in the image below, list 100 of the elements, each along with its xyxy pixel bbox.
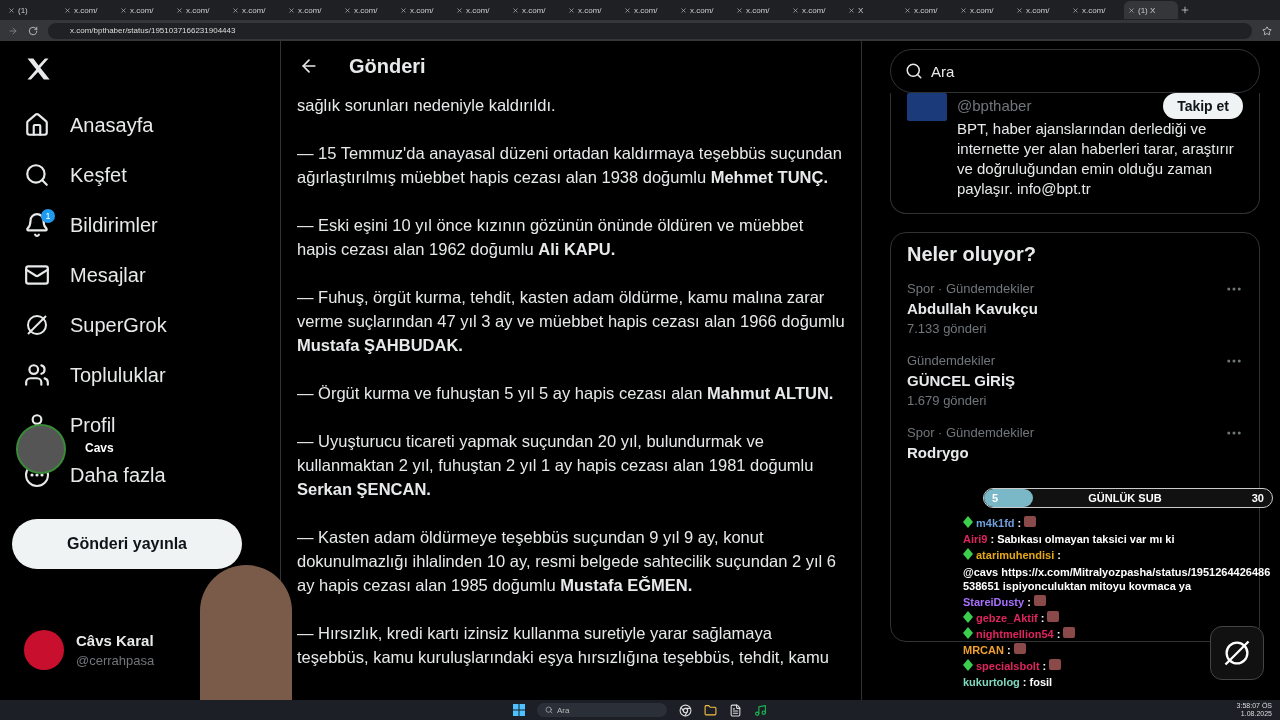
nav-item[interactable]: SuperGrok (12, 307, 268, 343)
sub-current: 5 (992, 492, 999, 504)
account-name: Câvs Karal (76, 631, 155, 651)
emote-icon (1033, 595, 1046, 606)
search-icon (905, 62, 923, 80)
emote-icon (1049, 659, 1062, 670)
profile-bio: BPT, haber ajanslarından derlediği ve internette yer alan haberleri tarar, araştırır ve doğruluğundan emin olduğu zaman paylaşır. info@bpt.tr (957, 119, 1235, 199)
sub-goal-label: GÜNLÜK SUB (1088, 492, 1162, 504)
grok-button[interactable] (1210, 626, 1264, 680)
emote-icon (1063, 627, 1076, 638)
taskbar-search[interactable]: Ara (537, 703, 667, 717)
people-icon (24, 362, 50, 388)
chat-colon: : (1022, 675, 1027, 689)
nav-item[interactable]: Topluluklar (12, 357, 268, 393)
chat-colon: : (1017, 516, 1022, 530)
file-icon[interactable] (729, 703, 742, 717)
browser-tab[interactable]: x.com/ (788, 1, 842, 19)
chat-username: atarimuhendisi (976, 548, 1055, 562)
browser-tab[interactable]: x.com/ (228, 1, 282, 19)
trends-title: Neler oluyor? (907, 243, 1037, 266)
trend-category: Spor · Gündemdekiler (907, 424, 1035, 442)
folder-icon[interactable] (704, 703, 717, 717)
bell-icon (24, 212, 50, 238)
emote-icon (1024, 516, 1037, 527)
browser-tab[interactable]: X (844, 1, 898, 19)
home-icon (24, 112, 50, 138)
trend-category: Gündemdekiler (907, 352, 997, 370)
browser-tab[interactable]: (1) X (1124, 1, 1178, 19)
chat-message: Sabıkası olmayan taksici var mı ki (997, 532, 1175, 546)
forward-icon[interactable] (8, 25, 18, 36)
browser-tab[interactable]: x.com/ (676, 1, 730, 19)
post-paragraph: — Fuhuş, örgüt kurma, tehdit, kasten adam öldürme, kamu malına zarar verme suçlarından 47 yıl 3 ay ve müebbet hapis cezası alan 1966 doğumlu Mustafa ŞAHBUDAK. (297, 287, 845, 356)
browser-tab[interactable]: x.com/ (564, 1, 618, 19)
windows-logo-icon[interactable] (513, 704, 525, 716)
post-paragraph: — Kasten adam öldürmeye teşebbüs suçundan 9 yıl 9 ay, konut dokunulmazlığı ihlalinden 10 ay, resmi belgede sahtecilik suçundan 2 yıl 6 ay hapis cezası alan 1985 doğumlu Mustafa EĞMEN. (297, 527, 837, 596)
browser-tab[interactable]: x.com/ (900, 1, 954, 19)
profile-logo (907, 93, 947, 121)
slash-circle-icon (24, 312, 50, 338)
chat-username: m4k1fd (976, 516, 1015, 530)
account-handle: @cerrahpasa (76, 652, 155, 670)
browser-icon[interactable] (679, 703, 692, 717)
browser-tab[interactable]: x.com/ (1068, 1, 1122, 19)
trend-count: 7.133 gönderi (907, 320, 988, 338)
nav-item[interactable]: Keşfet (12, 157, 268, 193)
profile-handle: @bpthaber (957, 97, 1032, 115)
chat-colon: : (1056, 627, 1061, 641)
music-icon[interactable] (754, 703, 767, 717)
chat-colon: : (1027, 595, 1031, 609)
reload-icon[interactable] (28, 25, 38, 36)
post-paragraph: sağlık sorunları nedeniyle kaldırıldı. (297, 95, 557, 116)
chat-colon: : (1006, 643, 1011, 657)
post-paragraph: — Uyuşturucu ticareti yapmak suçundan 20 yıl, bulundurmak ve kullanmaktan 2 yıl, fuhuştan 2 yıl 1 ay hapis cezası alan 1981 doğumlu Serkan ŞENCAN. (297, 431, 815, 500)
chat-username: nightmellion54 (976, 627, 1054, 641)
follow-button[interactable]: Takip et (1163, 93, 1243, 119)
mail-icon (24, 262, 50, 288)
notification-badge: 1 (41, 209, 55, 223)
chat-message: @cavs https://x.com/Mitralyozpasha/status/1951264426486538651 ispiyonculuktan mitoyu kovmaca ya (963, 565, 1272, 593)
post-paragraph: — Hırsızlık, kredi kartı izinsiz kullanma suretiyle yarar sağlamaya teşebbüs, kamu kuruluşlarındaki eşya hırsızlığına teşebbüs, tehdit, kamu (297, 623, 830, 668)
browser-tab[interactable]: x.com/ (60, 1, 114, 19)
account-avatar[interactable] (24, 630, 64, 670)
browser-tab[interactable]: x.com/ (452, 1, 506, 19)
trend-name[interactable]: GÜNCEL GİRİŞ (907, 370, 1016, 392)
emote-icon (1013, 643, 1026, 654)
post-button[interactable]: Gönderi yayınla (12, 519, 242, 569)
slash-circle-icon (1222, 638, 1252, 668)
browser-tab[interactable]: x.com/ (956, 1, 1010, 19)
star-icon[interactable] (1262, 25, 1272, 36)
nav-item[interactable]: 1 Bildirimler (12, 207, 268, 243)
nav-item[interactable]: Anasayfa (12, 107, 268, 143)
webcam-avatar (16, 424, 66, 474)
chat-username: Airi9 (963, 532, 988, 546)
chat-message: fosil (1029, 675, 1053, 689)
chat-username: StareiDusty (963, 595, 1025, 609)
browser-tab[interactable]: x.com/ (508, 1, 562, 19)
trend-name[interactable]: Abdullah Kavukçu (907, 298, 1038, 320)
chat-username: specialsbolt (976, 659, 1040, 673)
nav-item[interactable]: Mesajlar (12, 257, 268, 293)
browser-tab[interactable]: x.com/ (620, 1, 674, 19)
browser-tab[interactable]: x.com/ (1012, 1, 1066, 19)
search-icon (545, 706, 553, 714)
search-icon (24, 162, 50, 188)
trend-name[interactable]: Rodrygo (907, 442, 1035, 464)
chat-colon: : (990, 532, 995, 546)
browser-tab[interactable]: x.com/ (284, 1, 338, 19)
chat-colon: : (1057, 548, 1061, 562)
browser-tab[interactable]: x.com/ (396, 1, 450, 19)
post-paragraph: — Örgüt kurma ve fuhuştan 5 yıl 5 ay hapis cezası alan Mahmut ALTUN. (297, 383, 835, 404)
trend-count: 1.679 gönderi (907, 392, 988, 410)
browser-tab[interactable]: x.com/ (172, 1, 226, 19)
browser-tab[interactable]: x.com/ (340, 1, 394, 19)
post-paragraph: — Eski eşini 10 yıl önce kızının gözünün önünde öldüren ve müebbet hapis cezası alan 1962 doğumlu Ali KAPU. (297, 215, 805, 260)
webcam-label: Cavs (85, 441, 114, 455)
chat-colon: : (1040, 611, 1045, 625)
emote-icon (1047, 611, 1060, 622)
new-tab-icon[interactable] (1180, 5, 1190, 15)
browser-tab[interactable]: x.com/ (116, 1, 170, 19)
browser-tab[interactable]: (1) (4, 1, 58, 19)
browser-tab[interactable]: x.com/ (732, 1, 786, 19)
address-field[interactable]: x.com/bpthaber/status/1951037166231904443 (48, 22, 1252, 39)
chat-colon: : (1042, 659, 1047, 673)
